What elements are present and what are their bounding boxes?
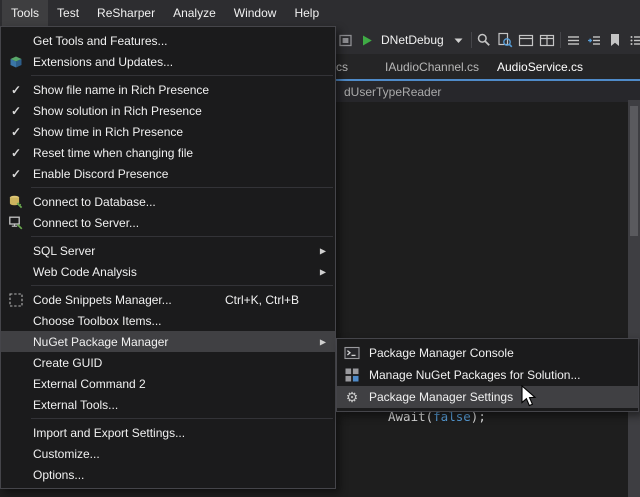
- checkmark-icon: ✓: [7, 123, 25, 141]
- menu-item-connect-to-database[interactable]: Connect to Database...: [1, 191, 335, 212]
- server-icon: [7, 214, 25, 232]
- menu-item-choose-toolbox-items[interactable]: Choose Toolbox Items...: [1, 310, 335, 331]
- menu-item-label: Get Tools and Features...: [33, 34, 168, 48]
- menubar: ToolsTestReSharperAnalyzeWindowHelp: [0, 0, 640, 26]
- menu-item-enable-discord-presence[interactable]: ✓ Enable Discord Presence: [1, 163, 335, 184]
- submenu-arrow-icon: ▶: [320, 337, 326, 346]
- snippets-icon: [7, 291, 25, 309]
- menu-item-show-file-name-in-rich-presence[interactable]: ✓ Show file name in Rich Presence: [1, 79, 335, 100]
- menu-item-show-solution-in-rich-presence[interactable]: ✓ Show solution in Rich Presence: [1, 100, 335, 121]
- menu-item-label: Customize...: [33, 447, 100, 461]
- menu-item-package-manager-settings[interactable]: ⚙ Package Manager Settings: [337, 386, 638, 408]
- console-icon: [343, 344, 361, 362]
- menu-separator: [31, 418, 333, 419]
- menu-item-reset-time-when-changing-file[interactable]: ✓ Reset time when changing file: [1, 142, 335, 163]
- nuget-submenu: Package Manager Console Manage NuGet Pack…: [336, 338, 639, 412]
- checkmark-icon: ✓: [7, 165, 25, 183]
- menu-item-external-command-2[interactable]: External Command 2: [1, 373, 335, 394]
- vs-window: context, string input,Await(false);d.Id,…: [0, 0, 640, 497]
- menu-item-shortcut: Ctrl+K, Ctrl+B: [225, 293, 299, 307]
- menu-item-label: Options...: [33, 468, 84, 482]
- tools-menu: Get Tools and Features... Extensions and …: [0, 26, 336, 489]
- menu-item-sql-server[interactable]: SQL Server ▶: [1, 240, 335, 261]
- list-icon[interactable]: [628, 32, 640, 49]
- menu-item-label: Web Code Analysis: [33, 265, 137, 279]
- find-icon[interactable]: [476, 32, 493, 49]
- tab-iaudiochannel-cs[interactable]: IAudioChannel.cs: [377, 54, 487, 79]
- menu-item-label: Connect to Database...: [33, 195, 156, 209]
- menu-item-label: Reset time when changing file: [33, 146, 193, 160]
- menubar-item-window[interactable]: Window: [225, 0, 286, 26]
- menu-item-customize[interactable]: Customize...: [1, 443, 335, 464]
- menu-item-package-manager-console[interactable]: Package Manager Console: [337, 342, 638, 364]
- tab-audioservice-cs[interactable]: AudioService.cs: [489, 54, 591, 79]
- lines-arrow-icon[interactable]: [586, 32, 603, 49]
- menu-item-web-code-analysis[interactable]: Web Code Analysis ▶: [1, 261, 335, 282]
- menu-item-label: External Tools...: [33, 398, 118, 412]
- menu-item-label: Code Snippets Manager...: [33, 293, 172, 307]
- menubar-item-test[interactable]: Test: [48, 0, 88, 26]
- menu-item-label: Package Manager Console: [369, 346, 514, 360]
- menu-separator: [31, 75, 333, 76]
- play-icon[interactable]: [358, 32, 375, 49]
- menu-item-label: Manage NuGet Packages for Solution...: [369, 368, 580, 382]
- packages-icon: [343, 366, 361, 384]
- menu-separator: [31, 236, 333, 237]
- menu-item-label: Show solution in Rich Presence: [33, 104, 202, 118]
- attach-icon[interactable]: [337, 32, 354, 49]
- caret-down-icon[interactable]: [450, 32, 467, 49]
- menu-item-label: Connect to Server...: [33, 216, 139, 230]
- submenu-arrow-icon: ▶: [320, 246, 326, 255]
- menu-item-manage-nuget-packages-for-solution[interactable]: Manage NuGet Packages for Solution...: [337, 364, 638, 386]
- menu-item-label: SQL Server: [33, 244, 95, 258]
- menu-item-import-and-export-settings[interactable]: Import and Export Settings...: [1, 422, 335, 443]
- extensions-icon: [7, 53, 25, 71]
- vertical-scrollbar[interactable]: [628, 100, 640, 497]
- debug-target-selector[interactable]: DNetDebug: [381, 33, 444, 47]
- menu-item-options[interactable]: Options...: [1, 464, 335, 485]
- menu-item-nuget-package-manager[interactable]: NuGet Package Manager ▶: [1, 331, 335, 352]
- menubar-item-help[interactable]: Help: [285, 0, 328, 26]
- menu-item-label: NuGet Package Manager: [33, 335, 168, 349]
- checkmark-icon: ✓: [7, 102, 25, 120]
- toolbar-separator: [471, 32, 472, 48]
- menu-item-code-snippets-manager[interactable]: Code Snippets Manager... Ctrl+K, Ctrl+B: [1, 289, 335, 310]
- submenu-arrow-icon: ▶: [320, 267, 326, 276]
- checkmark-icon: ✓: [7, 144, 25, 162]
- menu-item-label: Package Manager Settings: [369, 390, 513, 404]
- menu-item-label: Import and Export Settings...: [33, 426, 185, 440]
- scrollbar-thumb[interactable]: [630, 106, 638, 236]
- menu-item-create-guid[interactable]: Create GUID: [1, 352, 335, 373]
- menubar-item-analyze[interactable]: Analyze: [164, 0, 225, 26]
- menu-item-external-tools[interactable]: External Tools...: [1, 394, 335, 415]
- menu-item-label: Enable Discord Presence: [33, 167, 168, 181]
- menu-item-label: Show file name in Rich Presence: [33, 83, 209, 97]
- checkmark-icon: ✓: [7, 81, 25, 99]
- menu-separator: [31, 285, 333, 286]
- toolbar-row: DNetDebug: [337, 26, 640, 54]
- window-icon[interactable]: [518, 32, 535, 49]
- toolbar-separator: [560, 32, 561, 48]
- database-icon: [7, 193, 25, 211]
- menu-item-connect-to-server[interactable]: Connect to Server...: [1, 212, 335, 233]
- menu-item-label: External Command 2: [33, 377, 146, 391]
- lines-icon[interactable]: [565, 32, 582, 49]
- find-in-files-icon[interactable]: [497, 32, 514, 49]
- gear-icon: ⚙: [343, 388, 361, 406]
- split-window-icon[interactable]: [539, 32, 556, 49]
- navbar-type-dropdown[interactable]: dUserTypeReader: [344, 85, 441, 99]
- mouse-cursor: [521, 385, 538, 409]
- menu-item-show-time-in-rich-presence[interactable]: ✓ Show time in Rich Presence: [1, 121, 335, 142]
- menubar-item-resharper[interactable]: ReSharper: [88, 0, 164, 26]
- menu-item-label: Show time in Rich Presence: [33, 125, 183, 139]
- menubar-item-tools[interactable]: Tools: [2, 0, 48, 26]
- menu-item-label: Create GUID: [33, 356, 102, 370]
- menu-item-label: Extensions and Updates...: [33, 55, 173, 69]
- bookmark-icon[interactable]: [607, 32, 624, 49]
- menu-item-get-tools-and-features[interactable]: Get Tools and Features...: [1, 30, 335, 51]
- menu-separator: [31, 187, 333, 188]
- menu-item-label: Choose Toolbox Items...: [33, 314, 162, 328]
- menu-item-extensions-and-updates[interactable]: Extensions and Updates...: [1, 51, 335, 72]
